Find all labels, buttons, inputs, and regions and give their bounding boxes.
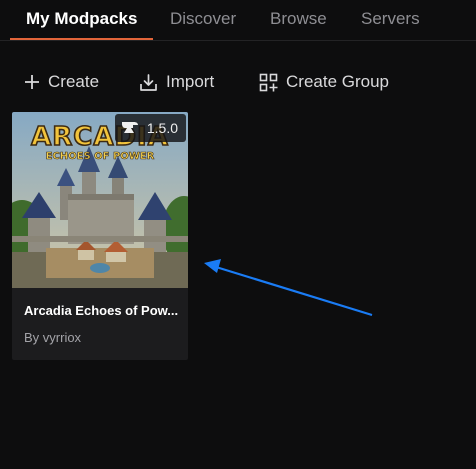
logo-subtitle: ECHOES OF POWER [46,151,155,162]
version-number: 1.5.0 [146,120,178,136]
import-button[interactable]: Import [139,70,214,94]
import-icon [140,73,157,91]
modpack-title: Arcadia Echoes of Pow... [24,303,179,318]
anvil-icon [121,122,138,133]
active-tab-indicator [10,38,153,40]
tab-discover[interactable]: Discover [170,9,236,29]
tab-browse[interactable]: Browse [270,9,327,29]
modpack-card[interactable]: ARCADIA ECHOES OF POWER 1.5.0 Arcadia Ec… [12,112,188,360]
modpack-thumbnail: ARCADIA ECHOES OF POWER 1.5.0 [12,112,188,288]
app-window: My Modpacks Discover Browse Servers Crea… [0,0,476,469]
import-label: Import [166,72,215,91]
modpack-author: By vyrriox [24,330,82,345]
tab-my-modpacks[interactable]: My Modpacks [26,9,137,29]
create-group-icon [259,73,278,91]
create-group-label: Create Group [286,72,389,91]
top-tabs: My Modpacks Discover Browse Servers [0,0,476,41]
tab-servers[interactable]: Servers [361,9,420,29]
version-badge: 1.5.0 [114,114,186,142]
create-button[interactable]: Create [24,70,99,94]
create-label: Create [48,72,100,91]
plus-icon [25,75,39,89]
create-group-button[interactable]: Create Group [259,70,389,94]
